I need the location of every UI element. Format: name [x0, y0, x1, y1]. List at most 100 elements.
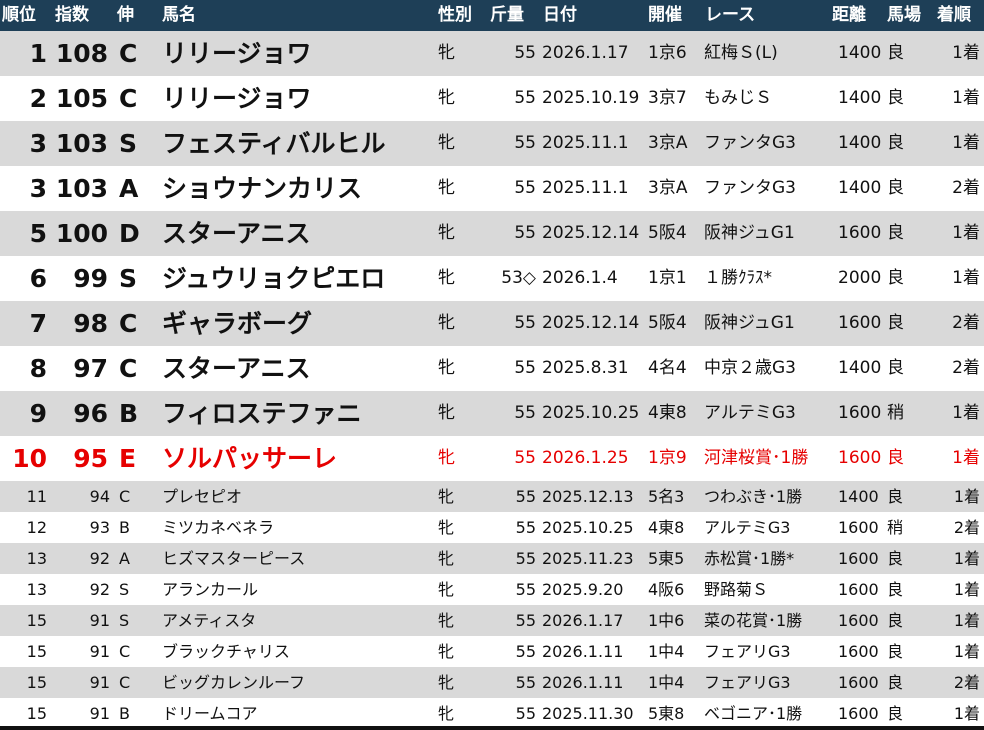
cell-rank: 1 — [29, 39, 47, 68]
cell-race: 阪神ジュG1 — [704, 223, 795, 243]
cell-baba: 良 — [887, 313, 904, 333]
cell-baba: 良 — [887, 268, 904, 288]
header-chaku: 着順 — [937, 5, 971, 25]
cell-rank: 8 — [29, 354, 47, 383]
table-row: 13 92 A ヒズマスターピース 牝 55 2025.11.23 5東5 赤松賞･1勝* 160… — [0, 543, 984, 574]
cell-chaku: 2着 — [952, 358, 980, 378]
table-row: 15 91 B ドリームコア 牝 55 2025.11.30 5東8 ベゴニア･1勝 1600 良 1… — [0, 698, 984, 729]
cell-dist: 1600 — [838, 611, 879, 630]
cell-index: 91 — [89, 673, 110, 692]
cell-date: 2025.10.25 — [542, 403, 640, 423]
cell-kaisai: 5東5 — [648, 549, 685, 568]
cell-baba: 良 — [887, 178, 904, 198]
cell-chaku: 1着 — [952, 268, 980, 288]
cell-name: ブラックチャリス — [162, 642, 290, 661]
cell-kin: 55 — [514, 223, 536, 243]
cell-chaku: 1着 — [952, 88, 980, 108]
cell-dist: 1600 — [838, 673, 879, 692]
cell-ext: C — [119, 487, 131, 506]
cell-ext: A — [119, 174, 139, 203]
cell-ext: S — [119, 129, 138, 158]
cell-baba: 良 — [887, 549, 904, 568]
header-kaisai: 開催 — [648, 5, 682, 25]
cell-dist: 1400 — [838, 133, 882, 153]
table-row: 3 103 S フェスティバルヒル 牝 55 2025.11.1 3京A ファンタG3 1400 良… — [0, 121, 984, 166]
cell-index: 92 — [89, 549, 110, 568]
cell-kin: 55 — [515, 518, 536, 537]
cell-ext: B — [119, 399, 139, 428]
cell-date: 2025.8.31 — [542, 358, 629, 378]
cell-sex: 牝 — [438, 268, 455, 288]
cell-ext: S — [119, 611, 130, 630]
cell-ext: B — [119, 704, 130, 723]
header-dist: 距離 — [832, 5, 866, 25]
cell-date: 2026.1.17 — [542, 43, 629, 63]
cell-dist: 1600 — [838, 549, 879, 568]
cell-index: 95 — [73, 444, 108, 473]
cell-kin: 55 — [515, 580, 536, 599]
cell-chaku: 2着 — [952, 313, 980, 333]
cell-race: つわぶき･1勝 — [704, 487, 803, 506]
cell-chaku: 1着 — [953, 704, 980, 723]
cell-date: 2025.11.23 — [542, 549, 634, 568]
cell-date: 2025.12.14 — [542, 313, 640, 333]
table-row: 11 94 C プレセピオ 牝 55 2025.12.13 5名3 つわぶき･1勝 1400 良 1着 — [0, 481, 984, 512]
cell-kin: 55 — [515, 549, 536, 568]
cell-race: もみじＳ — [704, 88, 772, 108]
cell-rank: 10 — [12, 444, 47, 473]
cell-date: 2025.10.25 — [542, 518, 634, 537]
cell-chaku: 1着 — [952, 403, 980, 423]
table-row: 8 97 C スターアニス 牝 55 2025.8.31 4名4 中京２歳G3 1400 良 2着 — [0, 346, 984, 391]
cell-kaisai: 3京A — [648, 178, 688, 198]
table-row: 15 91 C ビッグカレンルーフ 牝 55 2026.1.11 1中4 フェアリG3 1600 良… — [0, 667, 984, 698]
cell-ext: D — [119, 219, 140, 248]
cell-sex: 牝 — [438, 549, 455, 568]
cell-chaku: 1着 — [952, 43, 980, 63]
table-row: 2 105 C リリージョワ 牝 55 2025.10.19 3京7 もみじＳ 1400 良 1着 — [0, 76, 984, 121]
cell-rank: 12 — [26, 518, 47, 537]
header-race: レース — [705, 5, 756, 25]
cell-rank: 15 — [26, 673, 47, 692]
cell-kaisai: 5阪4 — [648, 313, 687, 333]
cell-rank: 9 — [29, 399, 47, 428]
cell-kin: 55 — [515, 704, 536, 723]
cell-ext: B — [119, 518, 130, 537]
cell-index: 99 — [73, 264, 108, 293]
cell-sex: 牝 — [438, 133, 455, 153]
cell-date: 2025.9.20 — [542, 580, 624, 599]
table-row: 3 103 A ショウナンカリス 牝 55 2025.11.1 3京A ファンタG3 1400 良 2… — [0, 166, 984, 211]
header-baba: 馬場 — [887, 5, 921, 25]
cell-rank: 11 — [26, 487, 47, 506]
cell-index: 91 — [89, 704, 110, 723]
cell-sex: 牝 — [438, 580, 455, 599]
cell-index: 92 — [89, 580, 110, 599]
cell-chaku: 1着 — [952, 133, 980, 153]
cell-dist: 1600 — [838, 223, 882, 243]
cell-ext: E — [119, 444, 137, 473]
cell-baba: 良 — [887, 358, 904, 378]
cell-sex: 牝 — [438, 611, 455, 630]
cell-dist: 1600 — [838, 448, 882, 468]
cell-sex: 牝 — [438, 178, 455, 198]
cell-index: 93 — [89, 518, 110, 537]
cell-date: 2025.12.13 — [542, 487, 634, 506]
cell-name: リリージョワ — [162, 84, 312, 113]
table-row: 6 99 S ジュウリョクピエロ 牝 53◇ 2026.1.4 1京1 １勝ｸﾗｽ* 2000 良 1… — [0, 256, 984, 301]
cell-date: 2025.12.14 — [542, 223, 640, 243]
cell-chaku: 2着 — [953, 673, 980, 692]
cell-index: 105 — [55, 84, 108, 113]
cell-name: プレセピオ — [162, 487, 243, 506]
cell-race: ファンタG3 — [704, 178, 796, 198]
cell-chaku: 1着 — [952, 448, 980, 468]
cell-race: 菜の花賞･1勝 — [704, 611, 803, 630]
cell-ext: C — [119, 354, 138, 383]
cell-name: スターアニス — [162, 219, 311, 248]
cell-date: 2025.11.1 — [542, 178, 629, 198]
table-row: 9 96 B フィロステファニ 牝 55 2025.10.25 4東8 アルテミG3 1600 稍 1… — [0, 391, 984, 436]
cell-kin: 55 — [514, 178, 536, 198]
cell-name: フィロステファニ — [162, 399, 362, 428]
cell-race: 阪神ジュG1 — [704, 313, 795, 333]
cell-index: 96 — [73, 399, 108, 428]
cell-kin: 55 — [515, 673, 536, 692]
cell-index: 108 — [55, 39, 108, 68]
